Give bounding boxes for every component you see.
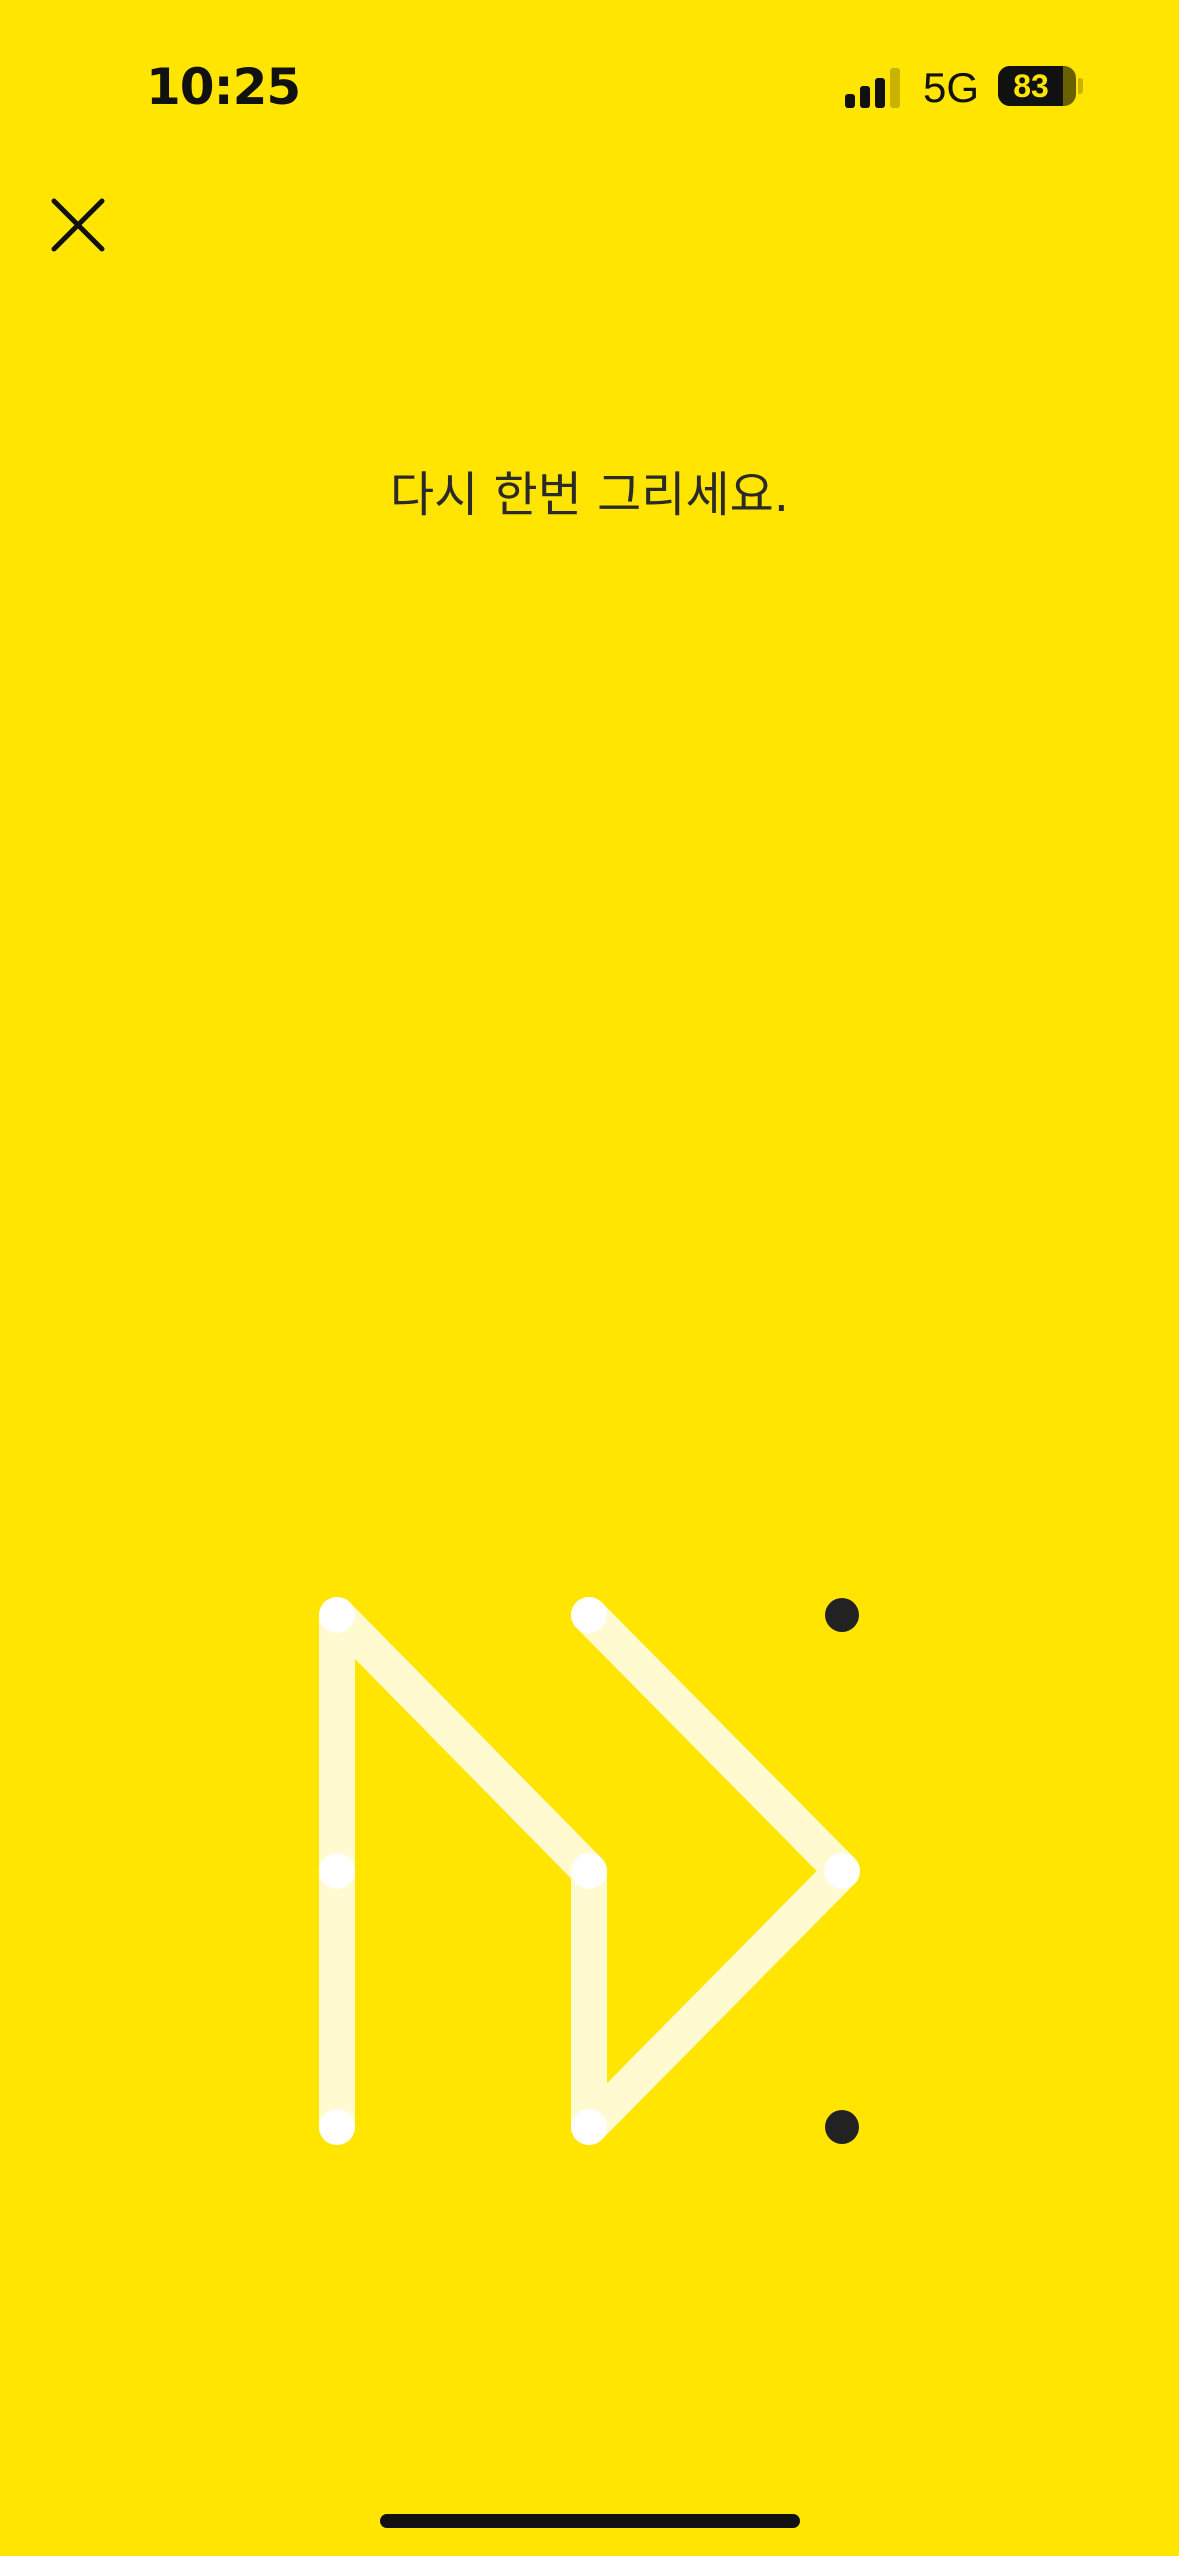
home-indicator [380, 2514, 800, 2528]
pattern-lock-grid[interactable] [0, 0, 1179, 2556]
pattern-dot-6[interactable] [824, 1853, 860, 1889]
pattern-dot-7[interactable] [319, 2109, 355, 2145]
pattern-dot-8[interactable] [571, 2109, 607, 2145]
pattern-dot-5[interactable] [571, 1853, 607, 1889]
pattern-dot-4[interactable] [319, 1853, 355, 1889]
pattern-dot-2[interactable] [571, 1597, 607, 1633]
pattern-dot-3[interactable] [825, 1598, 859, 1632]
pattern-dot-9[interactable] [825, 2110, 859, 2144]
pattern-dot-1[interactable] [319, 1597, 355, 1633]
pattern-lock-screen: 10:25 5G 83 다시 한번 그리세요. [0, 0, 1179, 2556]
